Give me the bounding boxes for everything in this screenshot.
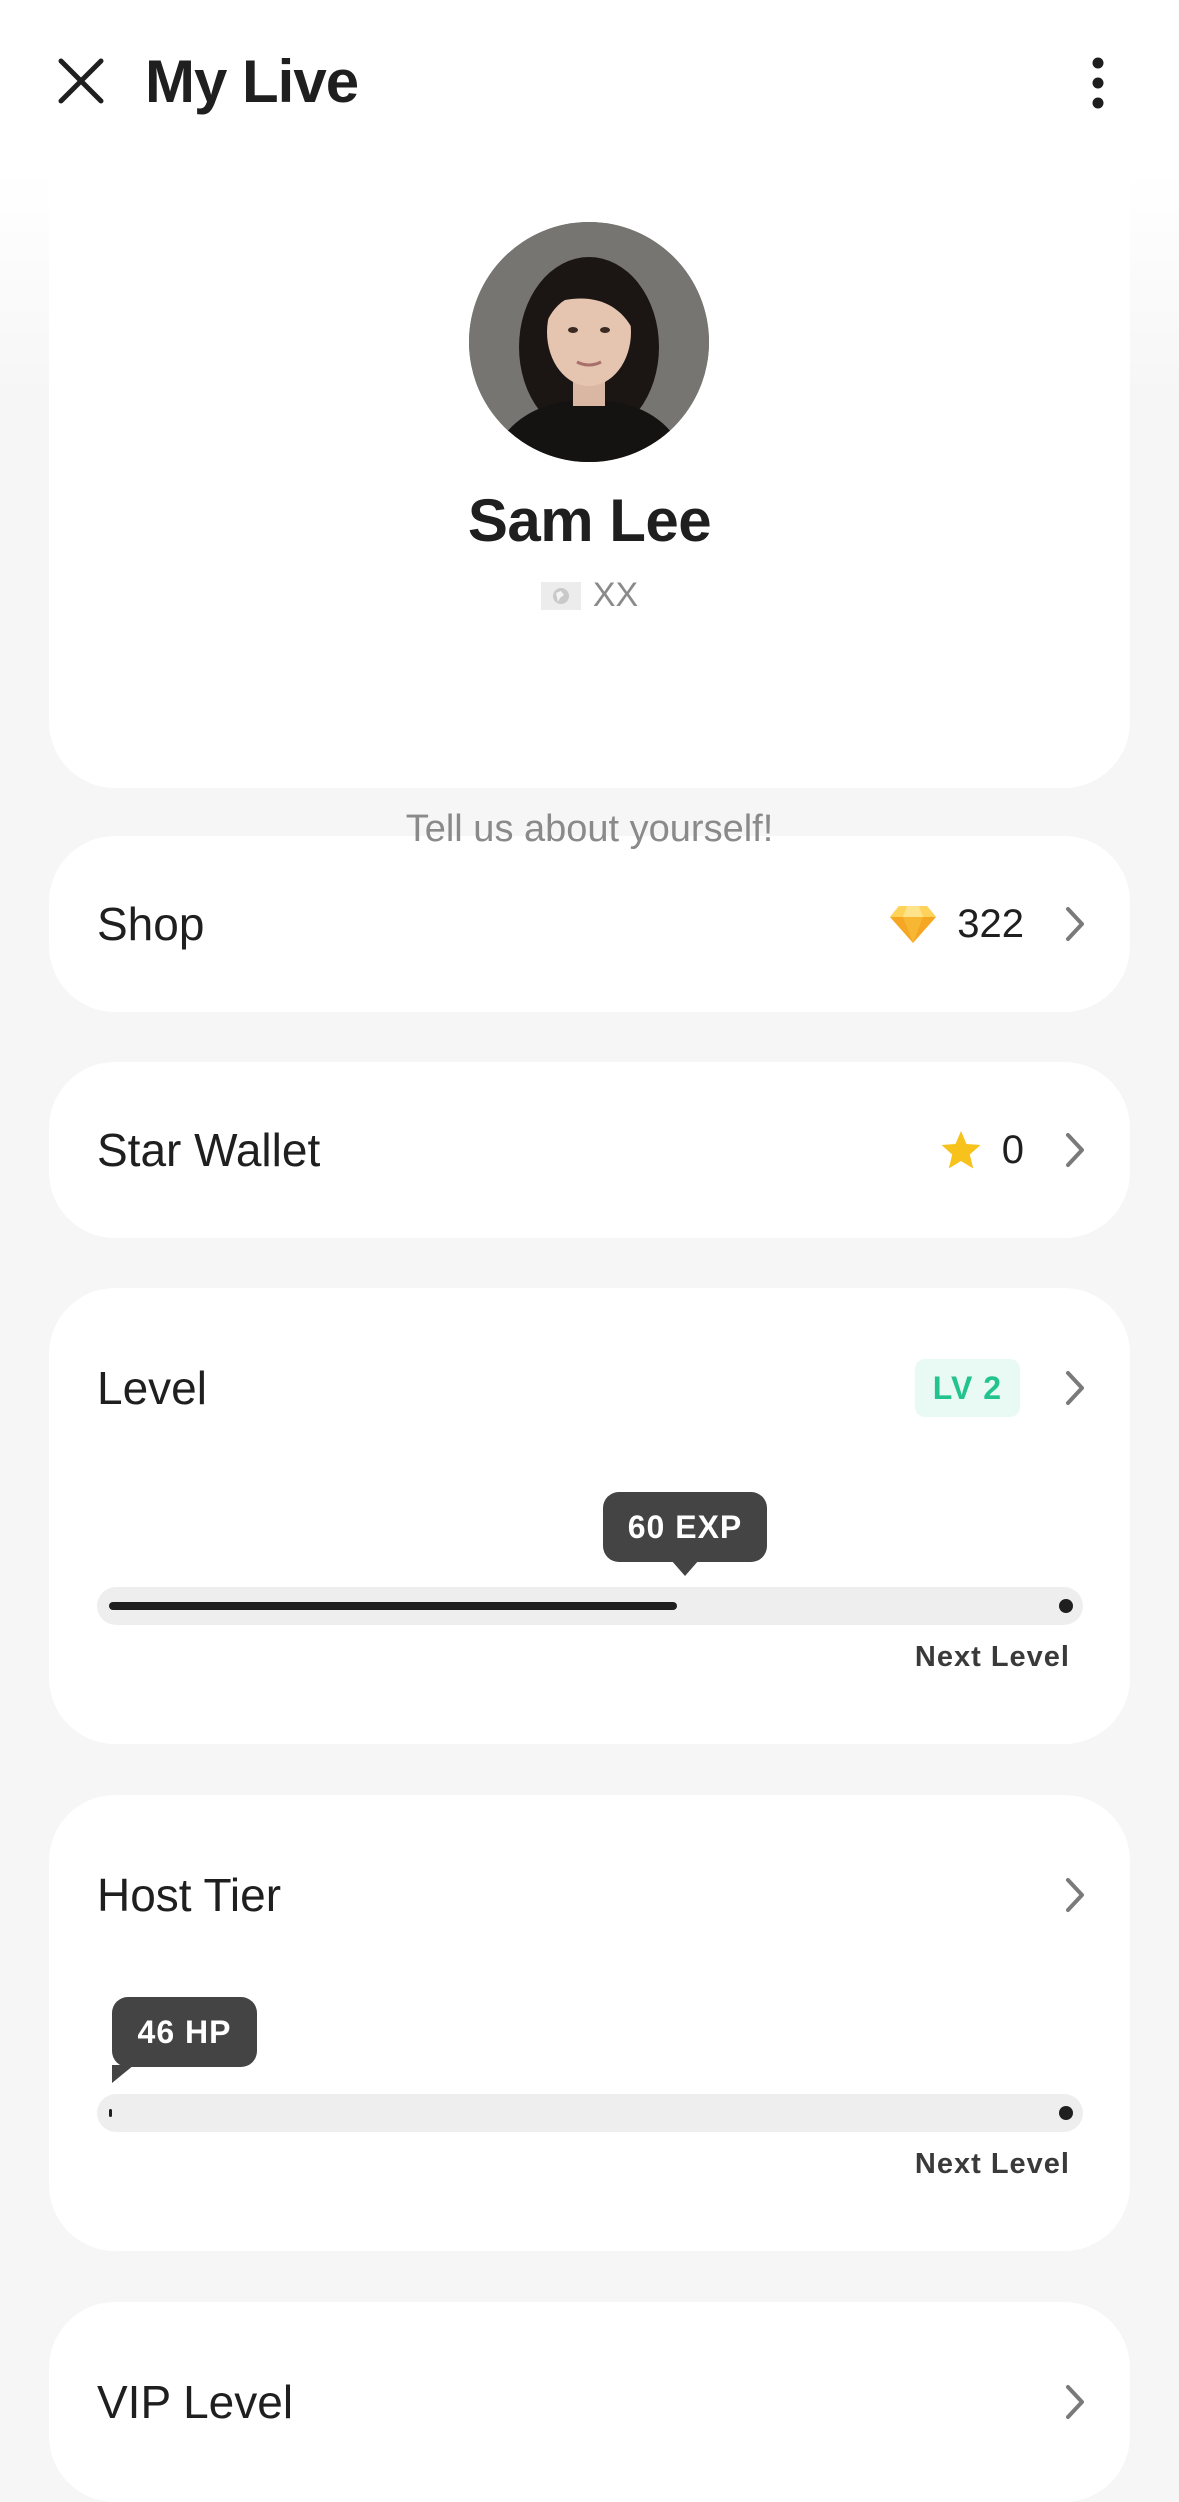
shop-balance: 322 — [889, 836, 1090, 1012]
level-badge: LV 2 — [914, 1359, 1020, 1417]
level-card[interactable]: Level LV 2 60 EXP Next Level — [49, 1288, 1130, 1744]
star-wallet-label: Star Wallet — [97, 1124, 321, 1176]
vip-level-label: VIP Level — [97, 2376, 294, 2428]
bio-text[interactable]: Tell us about yourself! — [49, 808, 1130, 851]
profile-country: XX — [49, 576, 1130, 615]
host-tier-progress-end-dot — [1059, 2106, 1073, 2120]
next-level-label: Next Level — [914, 1641, 1070, 1673]
host-tier-label: Host Tier — [97, 1869, 282, 1921]
shop-label: Shop — [97, 898, 205, 950]
avatar[interactable] — [469, 222, 709, 462]
next-level-label: Next Level — [914, 2148, 1070, 2180]
host-tier-card[interactable]: Host Tier 46 HP Next Level — [49, 1795, 1130, 2251]
page-title: My Live — [145, 48, 359, 115]
level-header: Level LV 2 — [49, 1288, 1130, 1488]
close-icon — [58, 58, 104, 104]
vip-level-card[interactable]: VIP Level — [49, 2302, 1130, 2502]
star-wallet-row[interactable]: Star Wallet 0 — [49, 1062, 1130, 1238]
avatar-photo — [469, 222, 709, 462]
level-progress-fill — [109, 1602, 677, 1610]
profile-name: Sam Lee — [467, 487, 712, 554]
star-icon — [941, 1131, 981, 1169]
chevron-right-icon — [1060, 2382, 1090, 2422]
chevron-right-icon — [1060, 1368, 1090, 1408]
chevron-right-icon — [1060, 904, 1090, 944]
diamond-icon — [890, 906, 937, 943]
vip-level-header: VIP Level — [49, 2302, 1130, 2502]
host-tier-right — [1060, 1795, 1090, 1995]
host-tier-header: Host Tier — [49, 1795, 1130, 1995]
chevron-right-icon — [1060, 1875, 1090, 1915]
level-progress-end-dot — [1059, 1599, 1073, 1613]
flag-icon — [540, 581, 581, 610]
profile-card: Sam Lee XX Tell us about yourself! — [49, 140, 1130, 850]
shop-value: 322 — [957, 901, 1024, 946]
host-tier-progress-fill — [109, 2109, 112, 2117]
level-progress-track — [97, 1587, 1083, 1625]
level-label: Level — [97, 1362, 207, 1414]
shop-row[interactable]: Shop 322 — [49, 836, 1130, 1012]
more-vertical-icon — [1092, 57, 1104, 109]
star-wallet-balance: 0 — [940, 1062, 1090, 1238]
close-button[interactable] — [50, 50, 112, 112]
chevron-right-icon — [1060, 1130, 1090, 1170]
hp-bubble: 46 HP — [112, 1997, 257, 2083]
exp-bubble: 60 EXP — [603, 1492, 767, 1576]
star-wallet-value: 0 — [1001, 1127, 1024, 1172]
country-code: XX — [592, 576, 639, 614]
host-tier-progress-track — [97, 2094, 1083, 2132]
level-right: LV 2 — [914, 1288, 1090, 1488]
more-options-button[interactable] — [1070, 50, 1126, 116]
vip-level-right — [1060, 2302, 1090, 2502]
top-bar: My Live — [0, 0, 1179, 170]
